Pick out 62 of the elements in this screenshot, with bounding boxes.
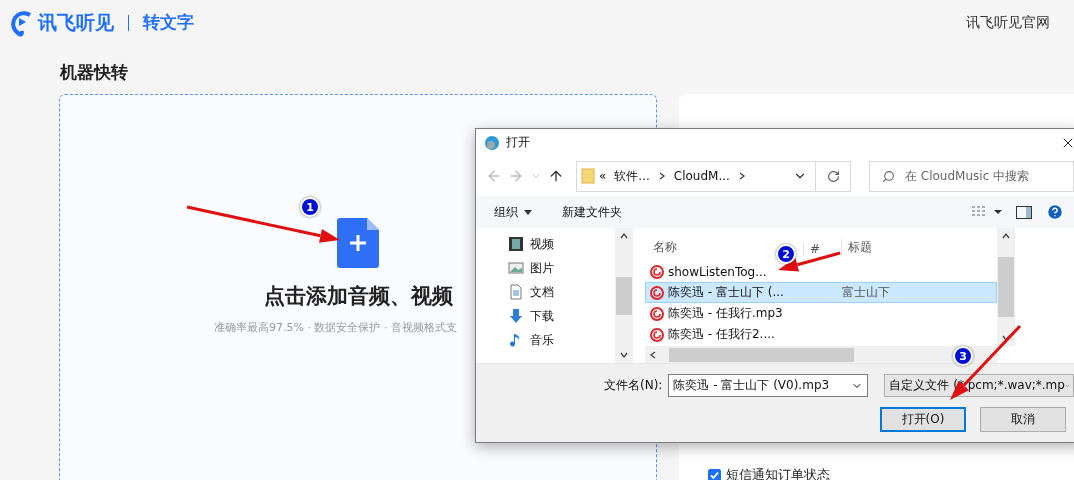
annotation-arrow: [778, 251, 841, 272]
navigation-item[interactable]: 下载: [508, 304, 615, 328]
document-icon: [508, 284, 524, 300]
film-icon: [508, 236, 524, 252]
chevron-down-icon: [620, 351, 628, 359]
download-icon: [508, 308, 524, 324]
logo-icon: [10, 8, 34, 37]
search-field[interactable]: 在 CloudMusic 中搜索: [869, 160, 1074, 192]
breadcrumb-item[interactable]: 软件...: [614, 167, 650, 185]
chevron-left-icon: [649, 350, 657, 359]
file-row[interactable]: 陈奕迅 - 富士山下 (... 富士山下: [645, 282, 997, 303]
new-folder-button[interactable]: 新建文件夹: [562, 203, 622, 221]
product-title: 转文字: [143, 11, 194, 34]
column-header[interactable]: #: [803, 242, 821, 256]
logo-text: 讯飞听见: [38, 9, 114, 35]
add-file-icon[interactable]: [337, 218, 379, 268]
page-title: 机器快转: [60, 61, 129, 84]
dialog-button[interactable]: 取消: [980, 407, 1066, 432]
file-name: 陈奕迅 - 富士山下 (...: [668, 284, 784, 301]
column-header[interactable]: 标题: [841, 239, 872, 256]
music-app-icon: [650, 306, 664, 321]
scrollbar[interactable]: [615, 228, 633, 363]
music-app-icon: [650, 264, 664, 279]
dialog-title: 打开: [506, 134, 530, 151]
horizontal-scrollbar[interactable]: [645, 346, 997, 363]
folder-icon: [581, 168, 595, 184]
navigation-item[interactable]: 视频: [508, 232, 615, 256]
search-icon: [882, 169, 895, 183]
search-placeholder: 在 CloudMusic 中搜索: [905, 167, 1030, 185]
navigation-item[interactable]: 文档: [508, 280, 615, 304]
music-app-icon: [650, 327, 664, 342]
official-site-link[interactable]: 讯飞听见官网: [966, 13, 1050, 32]
file-title: 富士山下: [841, 284, 891, 301]
dropdown-triangle-icon: [524, 209, 532, 215]
up-button[interactable]: [548, 168, 564, 184]
file-name: 陈奕迅 - 任我行2....: [668, 326, 775, 343]
checkbox[interactable]: [708, 468, 721, 480]
navigation-item[interactable]: 图片: [508, 256, 615, 280]
upload-title: 点击添加音频、视频: [263, 283, 453, 310]
file-name-field[interactable]: 陈奕迅 - 富士山下 (V0).mp3: [668, 374, 869, 397]
preview-pane-icon[interactable]: [1016, 205, 1032, 219]
chevron-right-icon: [737, 172, 746, 180]
file-name: showListenTog...: [668, 264, 767, 279]
chevron-up-icon: [620, 232, 628, 240]
app-icon: [484, 134, 500, 151]
chevron-up-icon: [1002, 232, 1010, 240]
chevron-right-icon: [657, 172, 666, 180]
breadcrumb-item[interactable]: CloudM...: [673, 169, 730, 183]
image-icon: [508, 260, 524, 276]
upload-subtitle: 准确率最高97.5% · 数据安全保护 · 音视频格式支: [214, 320, 457, 335]
scrollbar[interactable]: [997, 228, 1015, 346]
path-prefix: «: [599, 169, 607, 183]
address-bar[interactable]: « 软件... CloudM...: [576, 160, 851, 192]
music-app-icon: [650, 285, 664, 300]
dialog-button[interactable]: 打开(O): [880, 407, 966, 432]
view-options-icon[interactable]: [972, 206, 1002, 218]
navigation-item[interactable]: 音乐: [508, 328, 615, 352]
refresh-icon: [826, 169, 840, 183]
checkbox-label: 短信通知订单状态: [726, 466, 830, 480]
file-name: 陈奕迅 - 任我行.mp3: [668, 305, 783, 322]
organize-menu[interactable]: 组织: [494, 203, 532, 221]
help-icon[interactable]: [1046, 203, 1064, 221]
